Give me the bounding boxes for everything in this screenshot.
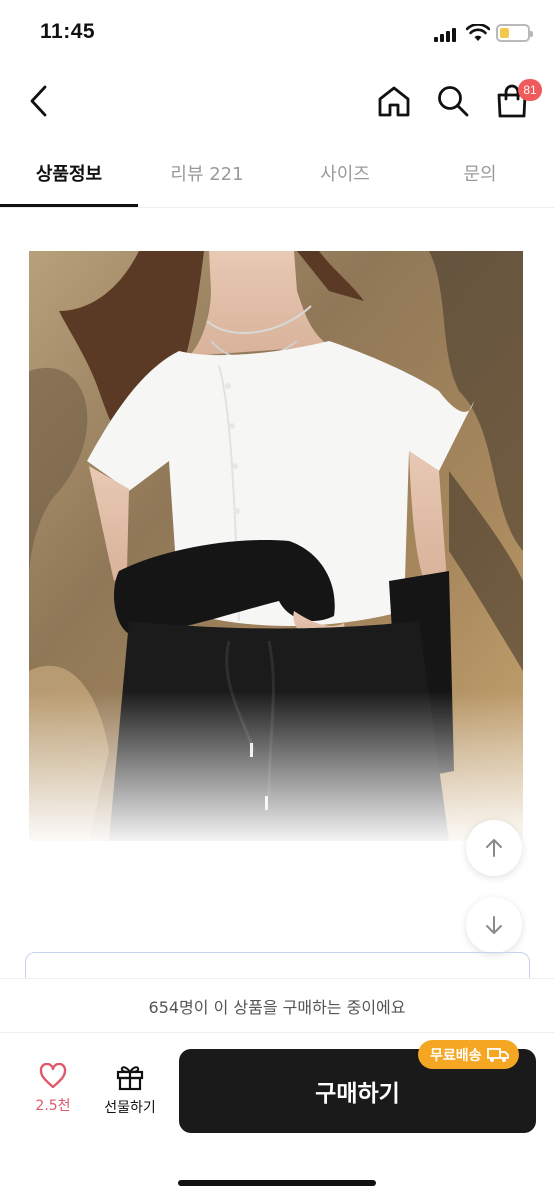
arrow-up-icon [486,839,502,857]
home-icon [378,86,410,117]
back-button[interactable] [20,80,56,122]
chevron-left-icon [30,85,47,117]
status-time: 11:45 [40,20,96,43]
wifi-icon [466,24,490,41]
scroll-down-button[interactable] [466,897,522,953]
tab-reviews[interactable]: 리뷰 221 [138,140,276,206]
truck-icon [486,1047,509,1062]
search-icon [438,86,469,117]
product-tabs: 상품정보 리뷰 221 사이즈 문의 [0,140,554,208]
home-indicator [178,1180,376,1186]
active-tab-indicator [0,204,138,207]
cart-count-badge: 81 [518,79,542,101]
gift-label: 선물하기 [104,1100,156,1116]
gift-icon [116,1066,144,1091]
tab-product-info[interactable]: 상품정보 [0,140,138,206]
tab-size[interactable]: 사이즈 [276,140,414,206]
free-shipping-badge: 무료배송 [418,1040,519,1069]
tab-inquiry[interactable]: 문의 [414,140,546,206]
purchase-notice-text: 654명이 이 상품을 구매하는 중이에요 [148,997,406,1017]
buy-button-label: 구매하기 [315,1081,400,1107]
battery-icon [496,24,533,42]
product-image[interactable] [29,251,523,841]
signal-icon [434,28,460,42]
heart-icon [39,1063,67,1089]
home-button[interactable] [374,80,414,122]
like-button[interactable]: 2.5천 [22,1063,84,1123]
purchase-notice: 654명이 이 상품을 구매하는 중이에요 [0,978,554,1032]
search-button[interactable] [433,80,473,122]
like-count: 2.5천 [35,1098,71,1114]
status-bar: 11:45 [0,0,554,70]
arrow-down-icon [486,916,502,934]
scroll-up-button[interactable] [466,820,522,876]
free-shipping-label: 무료배송 [430,1047,482,1064]
gift-button[interactable]: 선물하기 [94,1063,166,1123]
